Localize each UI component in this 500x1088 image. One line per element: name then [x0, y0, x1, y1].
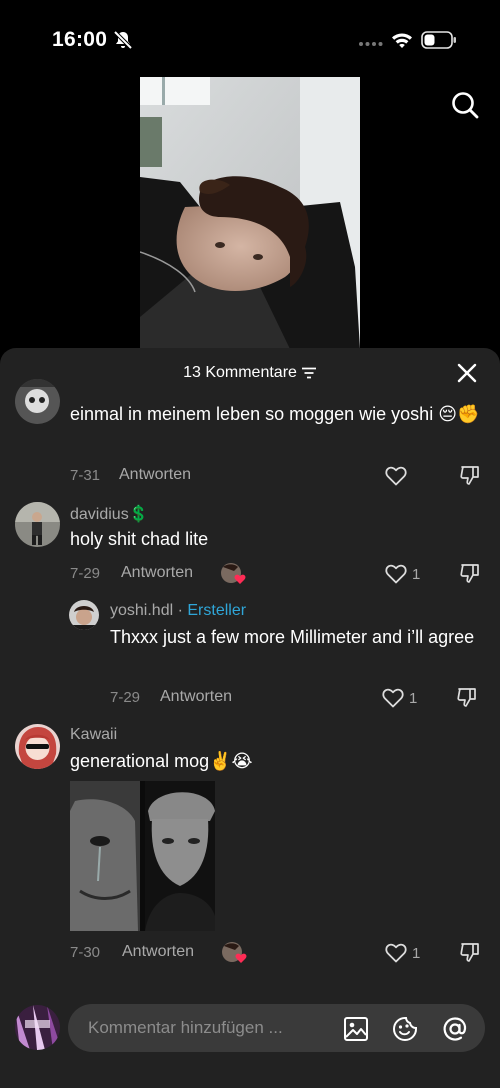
signal-icon	[359, 42, 383, 46]
reply-date: 7-29	[110, 689, 141, 706]
comment-input[interactable]: Kommentar hinzufügen ...	[68, 1004, 485, 1052]
image-icon[interactable]	[343, 1016, 369, 1042]
creator-liked-icon	[222, 942, 247, 963]
comment-count-label: 13 Kommentare	[183, 364, 297, 381]
dislike-icon[interactable]	[459, 464, 481, 486]
reply-button[interactable]: Antworten	[122, 943, 194, 961]
comment-date: 7-29	[70, 565, 101, 582]
like-count: 1	[409, 690, 418, 707]
creator-badge: Ersteller	[187, 602, 247, 619]
reply-button[interactable]: Antworten	[160, 688, 232, 706]
dislike-icon[interactable]	[459, 941, 481, 963]
reply-button[interactable]: Antworten	[119, 466, 191, 484]
video-preview[interactable]	[140, 77, 360, 349]
like-count: 1	[412, 566, 421, 583]
comment-date: 7-30	[70, 944, 101, 961]
sheet-header: 13 Kommentare	[0, 348, 500, 400]
reply-separator: ·	[173, 602, 188, 619]
comment-text: generational mog✌️😭	[70, 751, 253, 771]
avatar[interactable]	[15, 379, 60, 424]
heart-icon[interactable]	[385, 564, 407, 584]
comment-author[interactable]: Kawaii	[70, 726, 117, 744]
emoji-icon[interactable]	[392, 1016, 418, 1042]
heart-icon[interactable]	[382, 688, 404, 708]
comment-text: holy shit chad lite	[70, 529, 209, 549]
filter-icon[interactable]	[301, 366, 317, 380]
avatar[interactable]	[69, 600, 99, 630]
comment-input-placeholder: Kommentar hinzufügen ...	[88, 1018, 283, 1037]
avatar[interactable]	[15, 502, 60, 547]
creator-liked-icon	[221, 563, 246, 584]
comment-image[interactable]	[70, 781, 215, 931]
comment-sheet: 13 Kommentare einmal in meinem leben so …	[0, 348, 500, 1088]
heart-icon[interactable]	[385, 466, 407, 486]
search-icon[interactable]	[450, 90, 480, 120]
close-icon[interactable]	[456, 362, 478, 384]
wifi-icon	[392, 33, 412, 48]
dislike-icon[interactable]	[459, 562, 481, 584]
reply-text: Thxxx just a few more Millimeter and i’l…	[110, 627, 475, 647]
like-count: 1	[412, 945, 421, 962]
status-bar: 16:00	[0, 0, 500, 78]
reply-button[interactable]: Antworten	[121, 564, 193, 582]
status-time: 16:00	[52, 28, 108, 51]
at-icon[interactable]	[442, 1016, 468, 1042]
bell-off-icon	[113, 30, 133, 50]
comment-author[interactable]: davidius💲	[70, 504, 149, 524]
dislike-icon[interactable]	[456, 686, 478, 708]
comment-date: 7-31	[70, 467, 101, 484]
battery-icon	[421, 31, 456, 49]
heart-icon[interactable]	[385, 943, 407, 963]
comment-text: einmal in meinem leben so moggen wie yos…	[70, 404, 480, 424]
comment-count-title[interactable]: 13 Kommentare	[0, 364, 500, 382]
avatar[interactable]	[15, 1005, 60, 1050]
reply-author[interactable]: yoshi.hdl · Ersteller	[110, 602, 246, 620]
comment-composer: Kommentar hinzufügen ...	[0, 1000, 500, 1060]
reply-author-name: yoshi.hdl	[110, 602, 174, 619]
avatar[interactable]	[15, 724, 60, 769]
